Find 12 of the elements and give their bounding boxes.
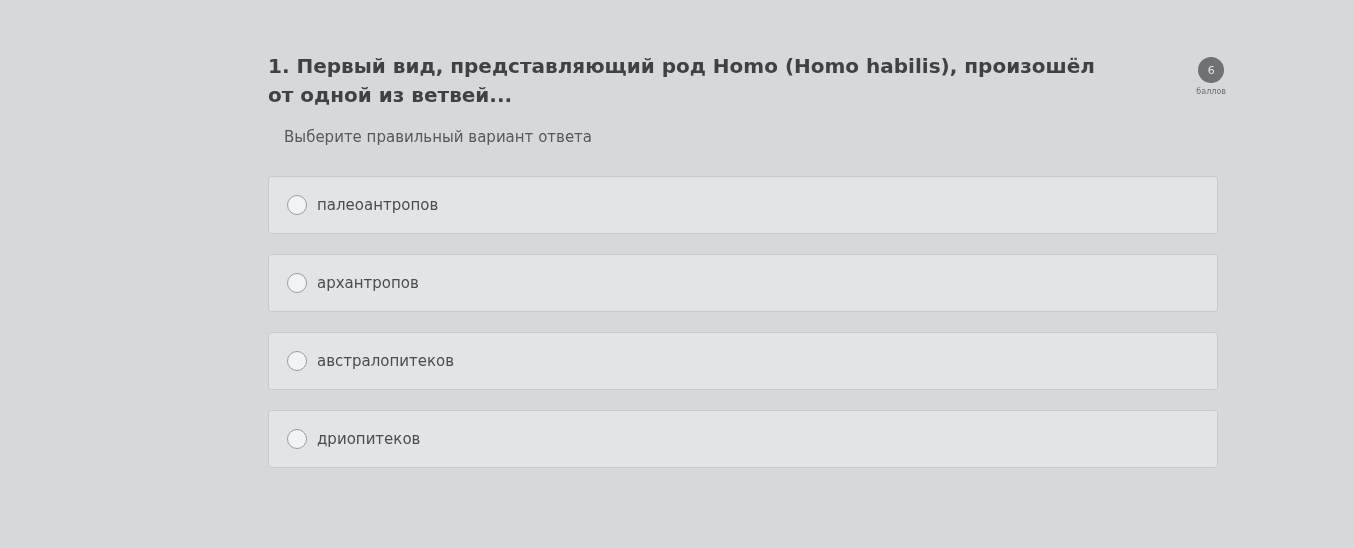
- answer-option[interactable]: архантропов: [268, 254, 1218, 312]
- answer-option[interactable]: палеоантропов: [268, 176, 1218, 234]
- instruction-text: Выберите правильный вариант ответа: [284, 128, 594, 146]
- points-label: баллов: [1196, 87, 1226, 96]
- radio-button[interactable]: [287, 195, 307, 215]
- radio-button[interactable]: [287, 351, 307, 371]
- radio-button[interactable]: [287, 273, 307, 293]
- answer-option[interactable]: дриопитеков: [268, 410, 1218, 468]
- points-badge: 6: [1198, 57, 1225, 83]
- question-title: 1. Первый вид, представляющий род Homo (Homo habilis), произошёл от одной из ветвей...: [268, 53, 1096, 109]
- radio-button[interactable]: [287, 429, 307, 449]
- answer-option[interactable]: австралопитеков: [268, 332, 1218, 390]
